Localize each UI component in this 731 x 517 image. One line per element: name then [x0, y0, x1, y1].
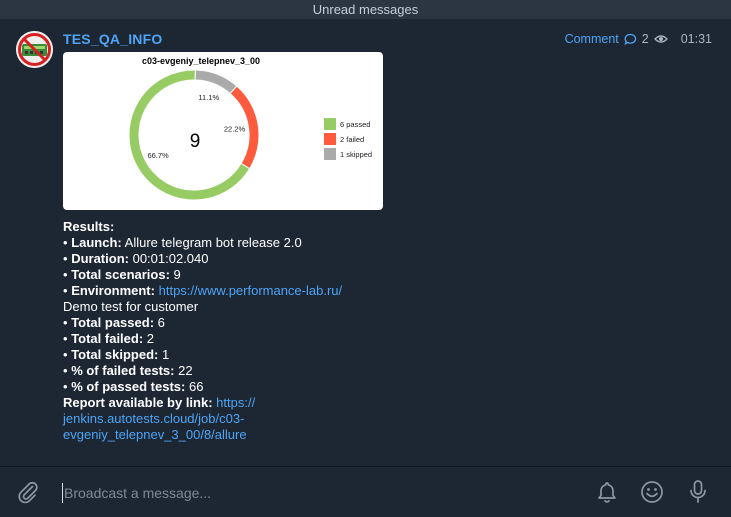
legend-label-passed: 6 passed	[340, 120, 370, 129]
unread-label: Unread messages	[312, 2, 419, 17]
duration-line: • Duration: 00:01:02.040	[63, 251, 209, 266]
post-time: 01:31	[680, 32, 712, 46]
donut-slice-skipped	[194, 69, 238, 95]
report-link-line-3: evgeniy_telepnev_3_00/8/allure	[63, 427, 423, 443]
message-text: Results: • Launch: Allure telegram bot r…	[63, 219, 423, 443]
channel-name[interactable]: TES_QA_INFO	[63, 31, 162, 47]
pct-label-skipped: 11.1%	[198, 93, 219, 102]
emoji-icon[interactable]	[639, 479, 665, 505]
results-chart-card[interactable]: c03-evgeniy_telepnev_3_00 9 11.1% 22.2% 66…	[63, 52, 383, 210]
paperclip-icon[interactable]	[16, 480, 40, 504]
report-link-part-2[interactable]: jenkins.autotests.cloud/job/c03-	[63, 411, 244, 426]
launch-line: • Launch: Allure telegram bot release 2.…	[63, 235, 302, 250]
comment-bubble-icon	[624, 33, 636, 45]
chart-title: c03-evgeniy_telepnev_3_00	[142, 56, 260, 66]
unread-messages-bar: Unread messages	[0, 0, 731, 19]
comment-count: 2	[641, 32, 649, 46]
report-link-part-1[interactable]: https://	[216, 395, 255, 410]
report-link-line-2: jenkins.autotests.cloud/job/c03-	[63, 411, 423, 427]
legend-swatch-skipped	[324, 148, 336, 160]
environment-line: • Environment: https://www.performance-l…	[63, 283, 343, 298]
skipped-line: • Total skipped: 1	[63, 347, 170, 362]
environment-link[interactable]: https://www.performance-lab.ru/	[159, 283, 343, 298]
passed-line: • Total passed: 6	[63, 315, 165, 330]
description-line: Demo test for customer	[63, 299, 199, 314]
bell-icon[interactable]	[594, 479, 620, 505]
legend-swatch-failed	[324, 133, 336, 145]
donut-chart: c03-evgeniy_telepnev_3_00 9 11.1% 22.2% 66…	[128, 56, 372, 201]
report-link-part-3[interactable]: evgeniy_telepnev_3_00/8/allure	[63, 427, 247, 442]
legend-swatch-passed	[324, 118, 336, 130]
comment-link[interactable]: Comment	[565, 32, 619, 46]
pct-passed-line: • % of passed tests: 66	[63, 379, 204, 394]
pct-failed-line: • % of failed tests: 22	[63, 363, 193, 378]
pct-label-passed: 66.7%	[147, 151, 169, 160]
results-heading: Results:	[63, 219, 115, 234]
report-line: Report available by link: https://	[63, 395, 256, 410]
legend-label-skipped: 1 skipped	[340, 150, 372, 159]
views-eye-icon	[653, 35, 668, 43]
channel-avatar[interactable]	[16, 31, 53, 68]
broadcast-message-input[interactable]: Broadcast a message...	[62, 483, 564, 503]
chart-center-total: 9	[190, 131, 201, 152]
failed-line: • Total failed: 2	[63, 331, 155, 346]
avatar-image	[16, 31, 53, 68]
scenarios-line: • Total scenarios: 9	[63, 267, 181, 282]
pct-label-failed: 22.2%	[224, 125, 246, 134]
post-meta: Comment 2 01:31	[565, 32, 712, 46]
legend-label-failed: 2 failed	[340, 135, 364, 144]
microphone-icon[interactable]	[685, 478, 711, 506]
